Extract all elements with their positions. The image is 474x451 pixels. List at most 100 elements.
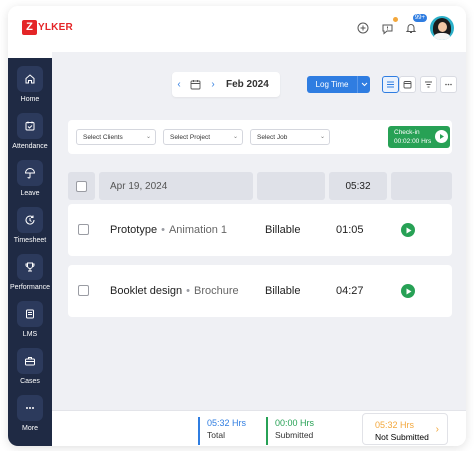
- more-dots-icon: [445, 83, 452, 86]
- total-hours-value: 05:32 Hrs: [207, 418, 247, 428]
- sidebar-item-more[interactable]: More: [8, 395, 52, 439]
- book-icon: [17, 301, 43, 327]
- check-in-play-icon: [435, 130, 448, 143]
- chat-icon[interactable]: [380, 17, 398, 35]
- trophy-icon: [17, 254, 43, 280]
- chevron-down-icon: [361, 82, 367, 87]
- start-timer-button[interactable]: [401, 223, 415, 237]
- logo-badge: Z: [22, 19, 37, 35]
- timesheet-summary-footer: 05:32 Hrs Total 00:00 Hrs Submitted 05:3…: [52, 410, 466, 446]
- date-label: Apr 19, 2024: [110, 180, 168, 192]
- calendar-icon[interactable]: [188, 78, 202, 92]
- chevron-down-icon: ⌄: [145, 134, 151, 140]
- select-job-dropdown[interactable]: Select Job ⌄: [250, 129, 330, 145]
- sidebar-item-timesheet[interactable]: Timesheet: [8, 207, 52, 251]
- filter-button[interactable]: [420, 76, 437, 93]
- chevron-down-icon: ⌄: [319, 134, 325, 140]
- submitted-hours-label: Submitted: [275, 430, 314, 440]
- date-header: Apr 19, 2024: [99, 172, 253, 200]
- notification-badge: 99+: [412, 14, 427, 22]
- billing-header-cell: [257, 172, 325, 200]
- table-row[interactable]: Booklet design • Brochure Billable 04:27: [68, 265, 452, 317]
- day-total-hours: 05:32: [345, 180, 371, 192]
- task-name: Animation 1: [168, 224, 228, 236]
- not-submitted-card[interactable]: 05:32 Hrs Not Submitted ›: [362, 413, 448, 445]
- check-in-button[interactable]: Check-in 00:02:00 Hrs: [388, 126, 450, 148]
- clock-refresh-icon: [17, 207, 43, 233]
- log-time-button[interactable]: Log Time: [307, 76, 357, 93]
- play-icon: [406, 227, 411, 233]
- select-all-checkbox[interactable]: [76, 180, 87, 192]
- separator-dot: •: [186, 285, 191, 297]
- app-window: Z YLKER 99+ Home Attendance Leave Timesh…: [8, 6, 466, 446]
- zylker-logo[interactable]: Z YLKER: [22, 19, 73, 35]
- calendar-view-button[interactable]: [399, 76, 416, 93]
- more-dots-icon: [17, 395, 43, 421]
- filter-bar: Select Clients ⌄ Select Project ⌄ Select…: [68, 120, 452, 154]
- sidebar-item-leave[interactable]: Leave: [8, 160, 52, 204]
- chat-badge-dot: [393, 17, 398, 22]
- action-header-cell: [391, 172, 452, 200]
- sidebar-item-home[interactable]: Home: [8, 66, 52, 110]
- chevron-down-icon: ⌄: [232, 134, 238, 140]
- play-icon: [406, 288, 411, 294]
- total-hours-label: Total: [207, 430, 225, 440]
- select-all-cell: [68, 172, 95, 200]
- sidebar-item-label: Leave: [20, 190, 40, 197]
- list-view-button[interactable]: [382, 76, 399, 93]
- start-timer-button[interactable]: [401, 284, 415, 298]
- row-project-task: Prototype • Animation 1: [110, 224, 227, 236]
- total-hours-header: 05:32: [329, 172, 387, 200]
- top-header: Z YLKER 99+: [8, 6, 466, 52]
- billing-status: Billable: [265, 224, 301, 236]
- filter-icon: [425, 81, 432, 88]
- sidebar-item-label: Home: [20, 96, 40, 103]
- briefcase-icon: [17, 348, 43, 374]
- more-options-button[interactable]: [440, 76, 457, 93]
- project-name: Prototype: [110, 224, 158, 236]
- sidebar-item-cases[interactable]: Cases: [8, 348, 52, 392]
- submitted-hours-value: 00:00 Hrs: [275, 418, 315, 428]
- calendar-check-icon: [17, 113, 43, 139]
- logo-text: YLKER: [38, 21, 73, 33]
- row-checkbox[interactable]: [78, 285, 89, 296]
- period-picker: ‹ › Feb 2024: [172, 72, 280, 97]
- chevron-left-icon[interactable]: ‹: [172, 79, 186, 90]
- avatar[interactable]: [430, 16, 454, 40]
- logged-hours: 04:27: [336, 285, 364, 297]
- submitted-hours-stat: 00:00 Hrs Submitted: [266, 417, 314, 445]
- select-clients-placeholder: Select Clients: [83, 133, 123, 141]
- list-icon: [387, 81, 394, 88]
- sidebar-item-label: LMS: [22, 331, 38, 338]
- table-row[interactable]: Prototype • Animation 1 Billable 01:05: [68, 204, 452, 256]
- bell-icon[interactable]: 99+: [404, 14, 427, 35]
- select-project-dropdown[interactable]: Select Project ⌄: [163, 129, 243, 145]
- project-name: Booklet design: [110, 285, 183, 297]
- chevron-right-icon: ›: [435, 424, 439, 435]
- total-hours-stat: 05:32 Hrs Total: [198, 417, 246, 445]
- sidebar-item-label: More: [22, 425, 38, 432]
- sidebar-item-label: Timesheet: [13, 237, 47, 244]
- main-content: ‹ › Feb 2024 Log Time Select Clients ⌄ S…: [52, 52, 466, 414]
- log-time-split-button: Log Time: [307, 76, 370, 93]
- umbrella-icon: [17, 160, 43, 186]
- select-clients-dropdown[interactable]: Select Clients ⌄: [76, 129, 156, 145]
- home-icon: [17, 66, 43, 92]
- logged-hours: 01:05: [336, 224, 364, 236]
- log-time-dropdown[interactable]: [357, 76, 370, 93]
- select-job-placeholder: Select Job: [257, 133, 288, 141]
- sidebar-item-label: Cases: [20, 378, 40, 385]
- sidebar-item-lms[interactable]: LMS: [8, 301, 52, 345]
- row-checkbox[interactable]: [78, 224, 89, 235]
- calendar-icon: [403, 81, 412, 89]
- period-label: Feb 2024: [226, 79, 269, 90]
- separator-dot: •: [161, 224, 165, 236]
- sidebar-item-label: Performance: [9, 284, 51, 291]
- chevron-right-icon[interactable]: ›: [206, 79, 220, 90]
- add-icon[interactable]: [356, 21, 370, 35]
- sidebar: Home Attendance Leave Timesheet Performa…: [8, 58, 52, 446]
- sidebar-item-performance[interactable]: Performance: [8, 254, 52, 298]
- sidebar-item-label: Attendance: [12, 143, 48, 150]
- sidebar-item-attendance[interactable]: Attendance: [8, 113, 52, 157]
- select-project-placeholder: Select Project: [170, 133, 211, 141]
